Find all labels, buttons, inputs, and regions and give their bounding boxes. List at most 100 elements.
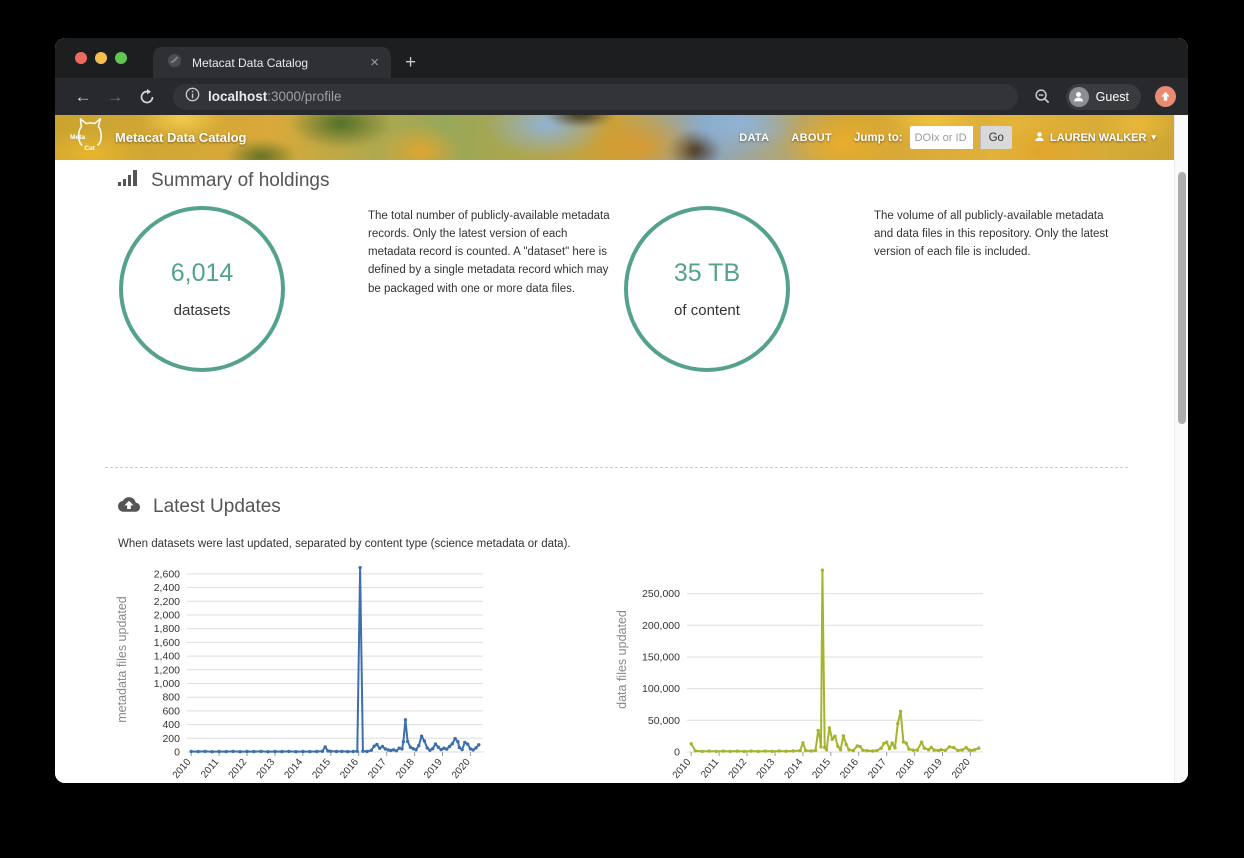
window-controls (55, 38, 141, 78)
volume-description: The volume of all publicly-available met… (874, 207, 1116, 261)
volume-label: of content (674, 302, 740, 319)
site-info-icon[interactable] (185, 87, 200, 107)
svg-text:2020: 2020 (450, 757, 473, 781)
svg-text:200,000: 200,000 (642, 620, 680, 632)
svg-text:800: 800 (162, 692, 180, 704)
svg-text:2011: 2011 (699, 757, 722, 781)
tab-close-icon[interactable]: × (368, 55, 381, 70)
guest-avatar (1069, 87, 1089, 107)
maximize-window-button[interactable] (115, 52, 127, 64)
svg-text:1,800: 1,800 (154, 623, 180, 635)
user-name: LAUREN WALKER (1050, 132, 1147, 144)
guest-label: Guest (1096, 90, 1129, 104)
svg-text:50,000: 50,000 (648, 715, 680, 727)
brand-link[interactable]: Meta Cat Metacat Data Catalog (69, 115, 246, 160)
logo-cat-text: Cat (84, 145, 95, 152)
user-icon (1034, 131, 1045, 145)
svg-text:data files updated: data files updated (615, 610, 629, 709)
back-button[interactable]: ← (69, 83, 97, 111)
summary-heading: Summary of holdings (118, 170, 329, 192)
svg-text:0: 0 (674, 747, 680, 759)
nav-link-data[interactable]: DATA (739, 132, 769, 144)
svg-text:2012: 2012 (227, 757, 250, 781)
datasets-description: The total number of publicly-available m… (368, 207, 614, 298)
section-divider (105, 467, 1128, 468)
svg-text:2,600: 2,600 (154, 568, 180, 580)
svg-text:600: 600 (162, 705, 180, 717)
browser-tab[interactable]: Metacat Data Catalog × (153, 47, 391, 78)
svg-text:2017: 2017 (366, 757, 389, 781)
svg-text:200: 200 (162, 733, 180, 745)
svg-text:250,000: 250,000 (642, 588, 680, 600)
svg-text:2015: 2015 (810, 757, 833, 781)
zoom-icon[interactable] (1030, 84, 1056, 110)
page-scrollbar (1174, 115, 1188, 783)
extension-icon[interactable] (1155, 86, 1176, 107)
forward-button[interactable]: → (101, 83, 129, 111)
svg-text:0: 0 (174, 747, 180, 759)
cloud-upload-icon (118, 496, 140, 518)
svg-text:2016: 2016 (838, 757, 861, 781)
svg-text:1,000: 1,000 (154, 678, 180, 690)
svg-text:100,000: 100,000 (642, 683, 680, 695)
url-text: localhost:3000/profile (208, 89, 342, 104)
close-window-button[interactable] (75, 52, 87, 64)
bar-chart-icon (118, 170, 138, 192)
updates-heading-text: Latest Updates (153, 496, 281, 518)
svg-text:2,400: 2,400 (154, 582, 180, 594)
jump-to-input[interactable] (910, 126, 973, 149)
svg-text:1,600: 1,600 (154, 637, 180, 649)
scrollbar-thumb[interactable] (1178, 172, 1186, 424)
svg-text:2019: 2019 (422, 757, 445, 781)
nav-link-about[interactable]: ABOUT (791, 132, 832, 144)
tab-strip: Metacat Data Catalog × + (55, 38, 1188, 78)
svg-text:2011: 2011 (199, 757, 222, 781)
svg-text:2012: 2012 (727, 757, 750, 781)
browser-window: Metacat Data Catalog × + ← → localhost:3… (55, 38, 1188, 783)
svg-text:metadata files updated: metadata files updated (115, 596, 129, 723)
tab-favicon-icon (167, 53, 182, 73)
summary-heading-text: Summary of holdings (151, 170, 329, 192)
tab-title: Metacat Data Catalog (192, 56, 358, 70)
svg-text:2017: 2017 (866, 757, 889, 781)
profile-button[interactable]: Guest (1066, 84, 1141, 110)
profile-page: Summary of holdings 6,014 datasets The t… (55, 160, 1174, 783)
metacat-logo: Meta Cat (69, 115, 107, 160)
svg-text:2010: 2010 (171, 757, 194, 781)
reload-button[interactable] (133, 83, 161, 111)
data-updates-chart: 050,000100,000150,000200,000250,00020102… (613, 558, 995, 783)
datasets-count: 6,014 (171, 259, 234, 288)
new-tab-button[interactable]: + (405, 53, 416, 72)
svg-text:2019: 2019 (922, 757, 945, 781)
datasets-label: datasets (174, 302, 231, 319)
chevron-down-icon: ▾ (1151, 132, 1156, 143)
go-button[interactable]: Go (980, 126, 1012, 149)
svg-text:2018: 2018 (394, 757, 417, 781)
user-menu[interactable]: LAUREN WALKER ▾ (1034, 131, 1156, 145)
svg-text:1,400: 1,400 (154, 651, 180, 663)
minimize-window-button[interactable] (95, 52, 107, 64)
svg-text:2,000: 2,000 (154, 610, 180, 622)
svg-text:2015: 2015 (310, 757, 333, 781)
updates-heading: Latest Updates (118, 496, 281, 518)
svg-text:2014: 2014 (282, 757, 305, 781)
logo-meta-text: Meta (70, 134, 85, 141)
site-header: Meta Cat Metacat Data Catalog DATA ABOUT… (55, 115, 1174, 160)
jump-to-label: Jump to: (854, 132, 903, 144)
svg-text:2010: 2010 (671, 757, 694, 781)
svg-text:2018: 2018 (894, 757, 917, 781)
metadata-updates-chart: 02004006008001,0001,2001,4001,6001,8002,… (113, 558, 495, 783)
svg-text:2013: 2013 (255, 757, 278, 781)
svg-text:2013: 2013 (755, 757, 778, 781)
address-bar[interactable]: localhost:3000/profile (173, 84, 1018, 110)
svg-text:400: 400 (162, 719, 180, 731)
svg-text:2,200: 2,200 (154, 596, 180, 608)
volume-count: 35 TB (674, 259, 740, 288)
volume-metric-circle: 35 TB of content (624, 206, 790, 372)
brand-title: Metacat Data Catalog (115, 130, 246, 145)
svg-text:150,000: 150,000 (642, 652, 680, 664)
svg-text:1,200: 1,200 (154, 664, 180, 676)
svg-text:2016: 2016 (338, 757, 361, 781)
url-path: :3000/profile (267, 89, 341, 104)
datasets-metric-circle: 6,014 datasets (119, 206, 285, 372)
